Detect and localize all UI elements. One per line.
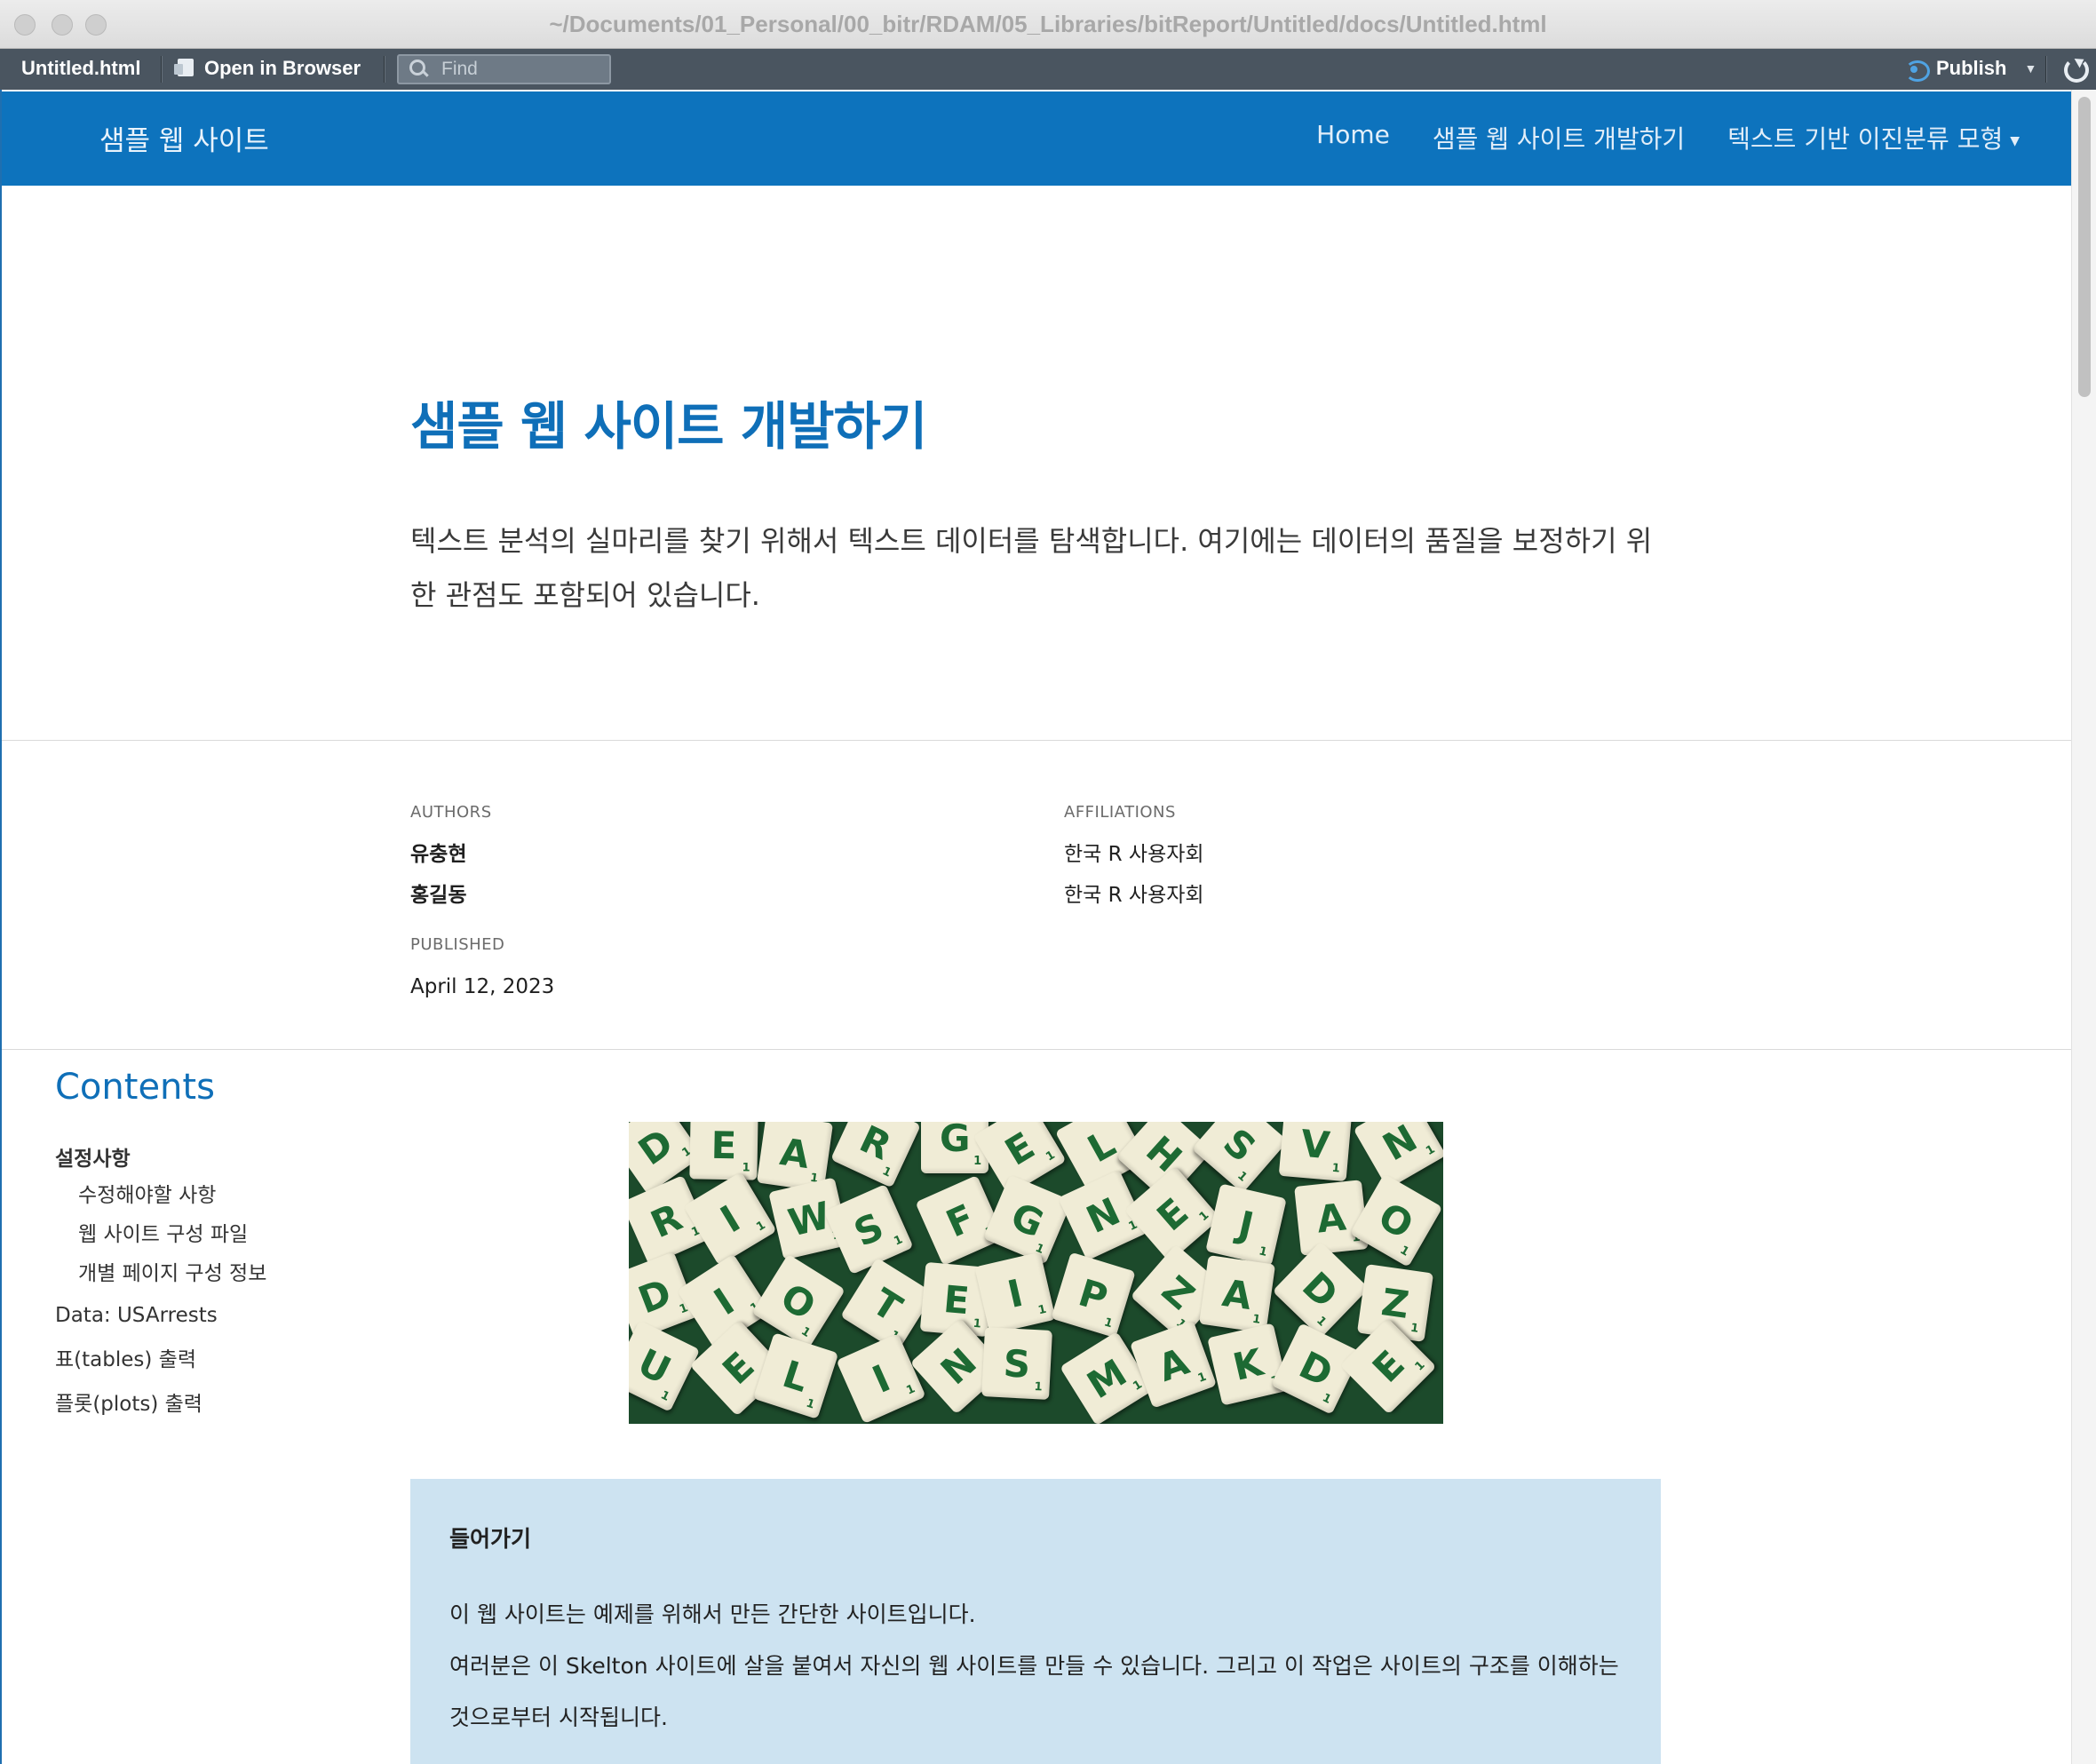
callout-line: 이 웹 사이트는 예제를 위해서 만든 간단한 사이트입니다. <box>449 1601 976 1627</box>
letter-tile: I1 <box>683 1171 778 1266</box>
nav-links: Home 샘플 웹 사이트 개발하기 텍스트 기반 이진분류 모형 ▼ <box>1316 120 2020 155</box>
vertical-scrollbar[interactable] <box>2071 90 2096 1764</box>
nav-text-classification-menu[interactable]: 텍스트 기반 이진분류 모형 ▼ <box>1727 120 2020 155</box>
scrollbar-thumb[interactable] <box>2078 97 2091 397</box>
chevron-down-icon[interactable]: ▼ <box>2024 61 2036 75</box>
table-of-contents: Contents 설정사항 수정해야할 사항 웹 사이트 구성 파일 개별 페이… <box>55 1067 295 1424</box>
letter-tile: D1 <box>1272 1241 1370 1339</box>
toc-item-site-config[interactable]: 웹 사이트 구성 파일 <box>55 1218 295 1251</box>
letter-tile: U1 <box>629 1319 701 1412</box>
nav-text-classification-label: 텍스트 기반 이진분류 모형 <box>1727 124 2004 154</box>
window-title: ~/Documents/01_Personal/00_bitr/RDAM/05_… <box>549 11 1547 37</box>
file-name-label: Untitled.html <box>21 57 141 79</box>
toc-item-tables[interactable]: 표(tables) 출력 <box>55 1340 295 1379</box>
letter-tile: G1 <box>983 1174 1073 1265</box>
refresh-icon[interactable] <box>2060 54 2091 84</box>
find-placeholder: Find <box>441 59 478 79</box>
letter-tile: I1 <box>836 1333 926 1424</box>
affiliations-label: AFFILIATIONS <box>1064 803 1176 822</box>
letter-tile: P1 <box>1051 1251 1137 1339</box>
intro-callout: 들어가기 이 웹 사이트는 예제를 위해서 만든 간단한 사이트입니다. 여러분… <box>410 1479 1661 1764</box>
toolbar-divider <box>161 56 163 83</box>
scrabble-tiles-image: D1E1A1R1G1E1L1H1S1V1N1R1I1W1S1F1G1N1E1J1… <box>629 1122 1443 1424</box>
letter-tile: E1 <box>689 1122 758 1180</box>
toc-item-page-config[interactable]: 개별 페이지 구성 정보 <box>55 1257 277 1291</box>
letter-tile: N1 <box>1353 1122 1443 1189</box>
title-block: 샘플 웹 사이트 개발하기 텍스트 분석의 실마리를 찾기 위해서 텍스트 데이… <box>2 186 2071 741</box>
nav-sample-site[interactable]: 샘플 웹 사이트 개발하기 <box>1433 120 1685 155</box>
byline: AUTHORS 유충현 홍길동 PUBLISHED April 12, 2023… <box>2 741 2071 1050</box>
search-icon <box>409 60 429 79</box>
open-in-browser-icon <box>174 59 195 78</box>
letter-tile: L1 <box>753 1332 839 1419</box>
find-input[interactable]: Find <box>397 54 611 84</box>
callout-body: 이 웹 사이트는 예제를 위해서 만든 간단한 사이트입니다. 여러분은 이 S… <box>449 1589 1631 1744</box>
letter-tile: S1 <box>1191 1122 1289 1194</box>
page-viewport: 샘플 웹 사이트 Home 샘플 웹 사이트 개발하기 텍스트 기반 이진분류 … <box>0 90 2071 1764</box>
affiliation-name: 한국 R 사용자회 <box>1064 884 1204 907</box>
authors-label: AUTHORS <box>410 803 492 822</box>
nav-home[interactable]: Home <box>1316 120 1390 155</box>
window-titlebar: ~/Documents/01_Personal/00_bitr/RDAM/05_… <box>0 0 2096 49</box>
letter-tile: R1 <box>830 1122 921 1188</box>
dropdown-caret-icon: ▼ <box>2010 134 2020 148</box>
letter-tile: J1 <box>1204 1183 1287 1267</box>
publish-label: Publish <box>1936 57 2007 79</box>
publish-icon <box>1902 59 1930 82</box>
author-name: 홍길동 <box>410 884 467 907</box>
publish-button[interactable]: Publish ▼ <box>1902 57 2036 82</box>
toolbar-divider <box>2045 56 2047 83</box>
site-navbar: 샘플 웹 사이트 Home 샘플 웹 사이트 개발하기 텍스트 기반 이진분류 … <box>2 91 2071 186</box>
letter-tile: G1 <box>921 1122 989 1173</box>
callout-line: 여러분은 이 Skelton 사이트에 살을 붙여서 자신의 웹 사이트를 만들… <box>449 1653 1619 1730</box>
letter-tile: V1 <box>1278 1122 1353 1182</box>
letter-tile: O1 <box>751 1254 846 1349</box>
letter-tile: I1 <box>974 1251 1057 1336</box>
toc-item-plots[interactable]: 플롯(plots) 출력 <box>55 1385 295 1424</box>
open-in-browser-button[interactable]: Open in Browser <box>174 57 361 80</box>
toc-item-data[interactable]: Data: USArrests <box>55 1296 295 1335</box>
author-name: 유충현 <box>410 843 467 866</box>
letter-tile: O1 <box>1349 1172 1442 1267</box>
toolbar-divider <box>384 56 385 83</box>
affiliation-name: 한국 R 사용자회 <box>1064 843 1204 866</box>
page-description: 텍스트 분석의 실마리를 찾기 위해서 텍스트 데이터를 탐색합니다. 여기에는… <box>410 524 1653 612</box>
page-title: 샘플 웹 사이트 개발하기 <box>410 396 927 457</box>
toc-item-settings[interactable]: 설정사항 <box>55 1140 295 1179</box>
letter-tile: K1 <box>1206 1323 1289 1406</box>
authors-column: AUTHORS 유충현 홍길동 PUBLISHED April 12, 2023 <box>410 803 554 1007</box>
affiliations-column: AFFILIATIONS 한국 R 사용자회 한국 R 사용자회 <box>1064 803 1204 916</box>
letter-tile: A1 <box>1199 1255 1276 1334</box>
toc-title: Contents <box>55 1067 215 1108</box>
viewer-toolbar: Untitled.html Open in Browser Find Publi… <box>0 49 2096 90</box>
site-brand[interactable]: 샘플 웹 사이트 <box>99 118 269 158</box>
published-label: PUBLISHED <box>410 935 505 954</box>
letter-tile: S1 <box>981 1327 1052 1401</box>
open-in-browser-label: Open in Browser <box>204 57 361 79</box>
published-date: April 12, 2023 <box>410 975 555 998</box>
callout-heading: 들어가기 <box>449 1526 532 1552</box>
toc-item-to-fix[interactable]: 수정해야할 사항 <box>55 1179 295 1212</box>
